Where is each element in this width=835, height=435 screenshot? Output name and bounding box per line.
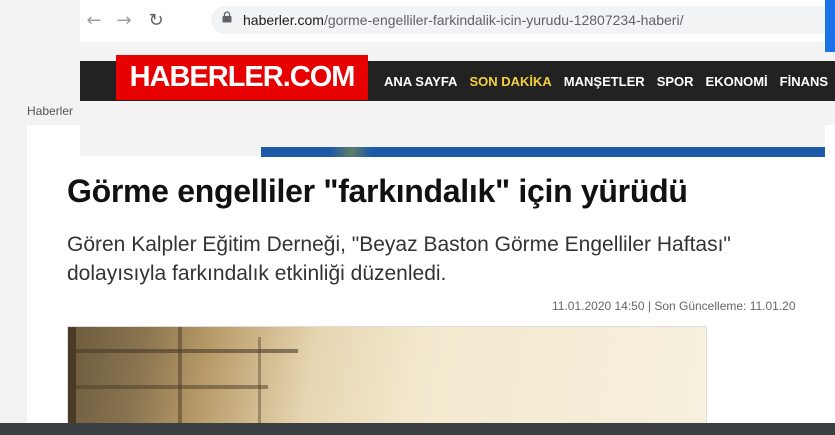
lock-icon <box>222 11 232 23</box>
menu-item-son-dakika[interactable]: SON DAKİKA <box>469 74 551 89</box>
photo-window-frame <box>68 349 298 353</box>
article-headline: Görme engelliler "farkındalık" için yürü… <box>67 173 688 209</box>
photo-window-frame <box>68 327 76 434</box>
photo-window-frame <box>258 337 261 434</box>
menu-item-ana-sayfa[interactable]: ANA SAYFA <box>384 74 457 89</box>
article-photo[interactable] <box>67 326 707 435</box>
menu-item-spor[interactable]: SPOR <box>657 74 694 89</box>
url-host: haberler.com <box>243 12 324 28</box>
forward-arrow-icon[interactable]: → <box>112 8 136 32</box>
ad-banner[interactable] <box>261 147 825 157</box>
article-summary: Gören Kalpler Eğitim Derneği, "Beyaz Bas… <box>67 233 731 285</box>
main-menu: ANA SAYFA SON DAKİKA MANŞETLER SPOR EKON… <box>384 74 835 89</box>
menu-item-mansetler[interactable]: MANŞETLER <box>564 74 645 89</box>
taskbar <box>0 423 835 435</box>
photo-window-frame <box>68 385 268 389</box>
url-path: /gorme-engelliler-farkindalik-icin-yurud… <box>323 12 684 28</box>
window-edge <box>825 0 835 52</box>
url-text[interactable]: haberler.com/gorme-engelliler-farkindali… <box>243 12 683 28</box>
ad-artwork <box>331 147 371 157</box>
menu-item-finans[interactable]: FİNANS <box>780 74 828 89</box>
site-logo[interactable]: HABERLER.COM <box>116 55 368 100</box>
breadcrumb[interactable]: Haberler <box>27 104 73 118</box>
reload-icon[interactable]: ↻ <box>144 8 168 32</box>
menu-item-ekonomi[interactable]: EKONOMİ <box>706 74 768 89</box>
back-arrow-icon[interactable]: ← <box>82 8 106 32</box>
photo-window-frame <box>178 327 182 434</box>
logo-text: HABERLER.COM <box>129 61 356 93</box>
article-meta: 11.01.2020 14:50 | Son Güncelleme: 11.01… <box>552 299 796 313</box>
